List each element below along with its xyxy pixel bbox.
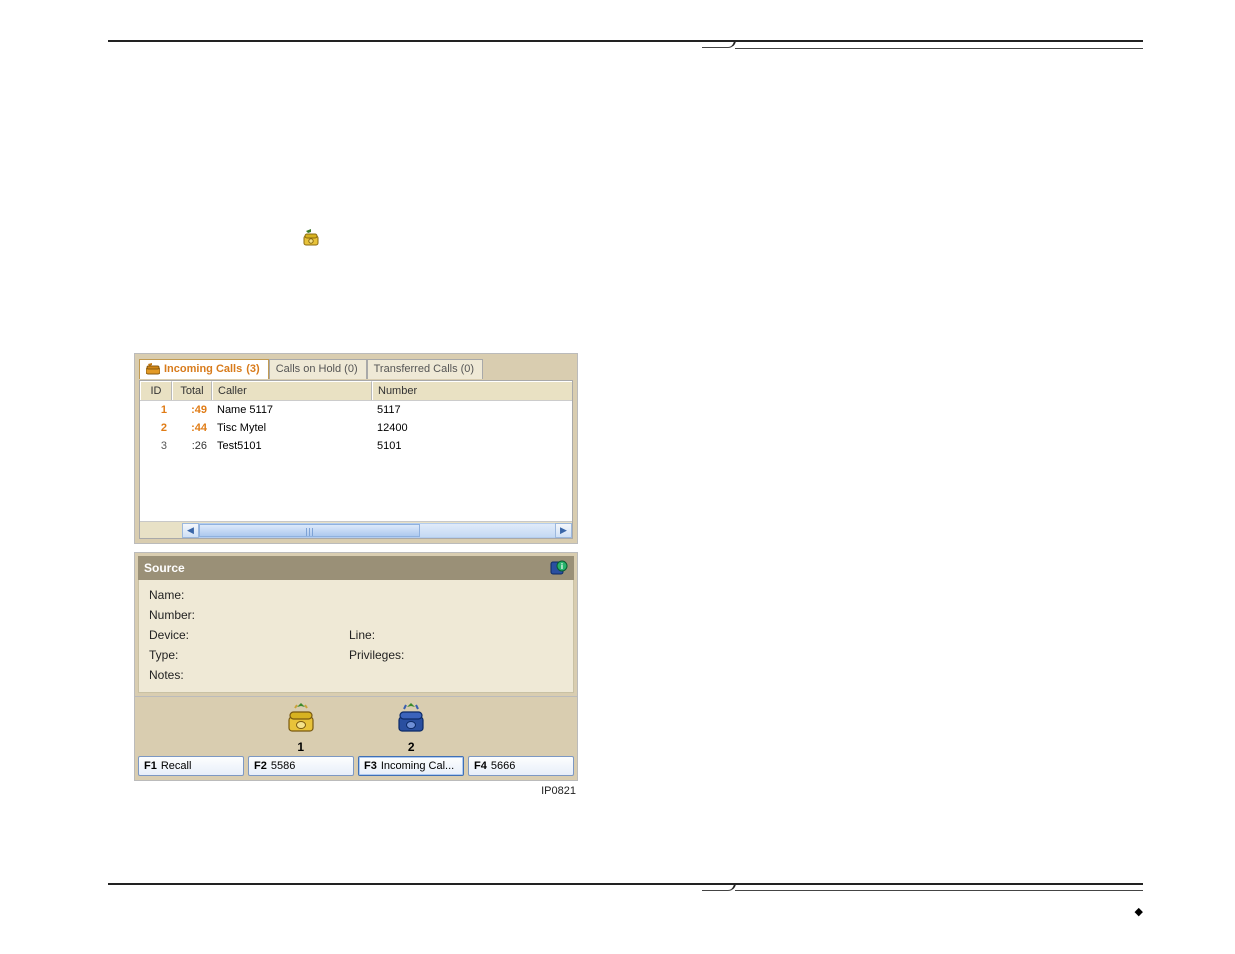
softkey-f4-key: F4 [474,760,487,772]
cell-id: 3 [140,437,172,455]
scroll-thumb[interactable] [199,524,420,537]
call-tabs: Incoming Calls (3) Calls on Hold (0) Tra… [139,358,573,378]
page-bottom-notch [702,883,736,891]
call-queues-panel: Incoming Calls (3) Calls on Hold (0) Tra… [134,353,578,544]
col-header-total[interactable]: Total [172,381,212,400]
incoming-call-icon [302,229,320,247]
softkey-f1-label: Recall [161,760,192,772]
source-field-notes: Notes: [149,668,549,682]
page-top-rule [108,40,1143,42]
softkey-f1[interactable]: F1 Recall [138,756,244,776]
cell-total: :44 [172,419,212,437]
tab-incoming-label: Incoming Calls [164,363,242,375]
ringing-phone-yellow-icon [284,701,318,738]
softkey-strip: 1 2 [134,697,578,781]
phone-line-2[interactable]: 2 [394,701,428,754]
tab-calls-on-hold[interactable]: Calls on Hold (0) [269,359,367,379]
col-header-caller[interactable]: Caller [212,381,372,400]
softkey-f2-label: 5586 [271,760,295,772]
table-row[interactable]: 3 :26 Test5101 5101 [140,437,572,455]
cell-caller: Tisc Mytel [212,419,372,437]
incoming-tab-icon [146,363,160,375]
phone-line-2-number: 2 [408,740,415,754]
source-field-device: Device: [149,628,349,642]
scroll-left-button[interactable]: ◀ [182,523,199,538]
col-header-number[interactable]: Number [372,381,572,400]
source-field-number: Number: [149,608,549,622]
figure-id: IP0821 [134,781,578,797]
calls-panel-screenshot: Incoming Calls (3) Calls on Hold (0) Tra… [134,353,578,797]
incoming-calls-grid: ID Total Caller Number 1 :49 Name 5117 5… [139,380,573,539]
table-row[interactable]: 2 :44 Tisc Mytel 12400 [140,419,572,437]
softkey-f2[interactable]: F2 5586 [248,756,354,776]
phone-line-1-number: 1 [297,740,304,754]
info-card-icon[interactable]: i [550,560,568,576]
scroll-right-button[interactable]: ▶ [555,523,572,538]
svg-text:i: i [561,562,563,571]
source-header: Source i [138,556,574,580]
table-row[interactable]: 1 :49 Name 5117 5117 [140,401,572,419]
tab-incoming-calls[interactable]: Incoming Calls (3) [139,359,269,379]
cell-number: 5101 [372,437,572,455]
source-field-type: Type: [149,648,349,662]
page-bottom-rule-thin [735,890,1143,891]
cell-total: :49 [172,401,212,419]
page-top-rule-thin [735,48,1143,49]
phone-line-1[interactable]: 1 [284,701,318,754]
cell-id: 1 [140,401,172,419]
source-field-privileges: Privileges: [349,648,549,662]
cell-id: 2 [140,419,172,437]
cell-number: 12400 [372,419,572,437]
source-field-line: Line: [349,628,549,642]
footer-bullet: ◆ [1135,905,1143,918]
cell-caller: Test5101 [212,437,372,455]
page-top-notch [702,40,736,48]
col-header-id[interactable]: ID [140,381,172,400]
softkey-f4[interactable]: F4 5666 [468,756,574,776]
tab-transferred-calls[interactable]: Transferred Calls (0) [367,359,483,379]
source-panel: Source i Name: Number: Device: Line: Typ… [134,552,578,697]
ringing-phone-blue-icon [394,701,428,738]
source-title: Source [144,561,185,575]
tab-hold-label: Calls on Hold (0) [276,363,358,375]
softkey-f3-key: F3 [364,760,377,772]
softkey-f4-label: 5666 [491,760,515,772]
cell-number: 5117 [372,401,572,419]
cell-caller: Name 5117 [212,401,372,419]
grid-body: 1 :49 Name 5117 5117 2 :44 Tisc Mytel 12… [140,401,572,521]
grid-horizontal-scrollbar[interactable]: ◀ ▶ [140,521,572,538]
source-body: Name: Number: Device: Line: Type: Privil… [138,580,574,693]
cell-total: :26 [172,437,212,455]
source-field-name: Name: [149,588,549,602]
softkey-f3[interactable]: F3 Incoming Cal... [358,756,464,776]
softkey-f2-key: F2 [254,760,267,772]
page-bottom-rule [108,883,1143,885]
softkey-f3-label: Incoming Cal... [381,760,454,772]
grid-header: ID Total Caller Number [140,381,572,401]
tab-xfer-label: Transferred Calls (0) [374,363,474,375]
softkey-f1-key: F1 [144,760,157,772]
tab-incoming-count: (3) [246,363,259,375]
scroll-track[interactable] [199,523,555,538]
